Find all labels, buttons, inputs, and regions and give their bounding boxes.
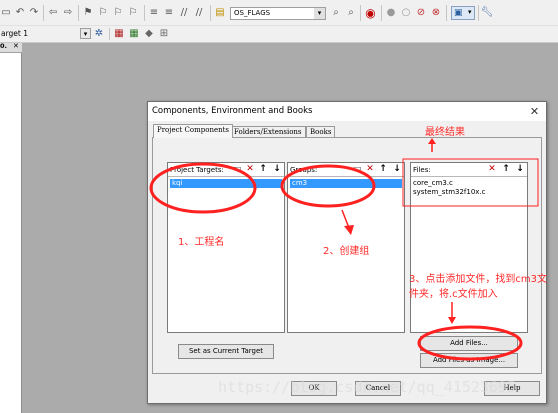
final-result-label: 最终结果: [425, 127, 465, 138]
delete-file-icon[interactable]: ✕: [487, 164, 497, 175]
back-icon[interactable]: ⇦: [47, 7, 59, 19]
move-down-icon[interactable]: ↓: [392, 164, 402, 175]
move-down-icon[interactable]: ↓: [515, 164, 525, 175]
groups-header: Groups: ▭ ✕ ↑ ↓: [288, 163, 404, 177]
bookmark-icon[interactable]: ⚑: [82, 7, 94, 19]
delete-target-icon[interactable]: ✕: [245, 164, 255, 175]
target-options-icon[interactable]: ✲: [93, 28, 105, 40]
find-combobox-value: OS_FLAGS: [234, 9, 271, 17]
project-pane-tab[interactable]: 0.: [0, 42, 7, 50]
list-item[interactable]: kqi: [170, 179, 282, 188]
toolbar-separator: [43, 5, 44, 21]
step1-label: 1、工程名: [178, 237, 225, 248]
project-pane: 0. ✕: [0, 42, 22, 413]
prev-bookmark-icon[interactable]: ⚐: [97, 7, 109, 19]
set-current-target-button[interactable]: Set as Current Target: [178, 344, 274, 359]
move-up-icon[interactable]: ↑: [378, 164, 388, 175]
find-icon[interactable]: ⌕: [345, 7, 357, 19]
close-icon[interactable]: ✕: [13, 42, 19, 50]
project-pane-header: 0. ✕: [0, 42, 22, 53]
add-files-button[interactable]: Add Files...: [420, 336, 518, 351]
groups-label: Groups:: [290, 166, 318, 174]
debug-icon[interactable]: ◉: [364, 6, 377, 19]
step3-label-line1: 3、点击添加文件，找到cm3文: [409, 274, 547, 285]
forward-icon[interactable]: ⇨: [62, 7, 74, 19]
project-targets-header: Project Targets: ▭ ✕ ↑ ↓: [168, 163, 284, 177]
project-targets-list[interactable]: kqi: [170, 179, 282, 188]
breakpoint-kill-icon[interactable]: ⊘: [415, 7, 427, 19]
project-targets-label: Project Targets:: [170, 166, 224, 174]
undo-icon[interactable]: ↶: [14, 7, 26, 19]
toolbar-separator: [360, 5, 361, 21]
redo-icon[interactable]: ↷: [28, 7, 40, 19]
dialog-title: Components, Environment and Books: [152, 106, 313, 116]
delete-group-icon[interactable]: ✕: [365, 164, 375, 175]
toolbar-icon[interactable]: ▭: [1, 7, 11, 19]
groups-list[interactable]: cm3: [290, 179, 402, 188]
settings-icon[interactable]: 🔧︎: [481, 7, 494, 19]
move-up-icon[interactable]: ↑: [258, 164, 268, 175]
list-item[interactable]: core_cm3.c: [413, 179, 486, 188]
target-name: arget 1: [1, 29, 29, 38]
move-down-icon[interactable]: ↓: [272, 164, 282, 175]
list-item[interactable]: cm3: [290, 179, 402, 188]
toolbar-separator: [381, 5, 382, 21]
next-bookmark-icon[interactable]: ⚐: [112, 7, 124, 19]
close-icon[interactable]: ✕: [527, 104, 542, 119]
chevron-down-icon[interactable]: ▾: [314, 8, 325, 19]
files-header: Files: ✕ ↑ ↓: [411, 163, 527, 177]
breakpoint-disable-icon[interactable]: ○: [400, 7, 412, 19]
dialog-titlebar: Components, Environment and Books ✕: [148, 102, 546, 121]
step3-label-line2: 件夹，将.c文件加入: [409, 289, 498, 300]
find-combobox[interactable]: OS_FLAGS ▾: [230, 7, 326, 20]
main-toolbar: ▭ ↶ ↷ ⇦ ⇨ ⚑ ⚐ ⚐ ⚐ ≡ ≡ // // ▤ OS_FLAGS ▾…: [0, 0, 558, 26]
move-up-icon[interactable]: ↑: [501, 164, 511, 175]
window-layout-button[interactable]: ▣ ▾: [451, 6, 475, 20]
toolbar-separator: [109, 28, 110, 40]
files-list[interactable]: core_cm3.c system_stm32f10x.c: [413, 179, 486, 197]
unindent-icon[interactable]: ≡: [163, 7, 175, 19]
toolbar-separator: [478, 5, 479, 21]
clear-bookmarks-icon[interactable]: ⚐: [127, 7, 139, 19]
toolbar-separator: [446, 5, 447, 21]
comment-icon[interactable]: //: [178, 7, 190, 19]
ide-window: ▭ ↶ ↷ ⇦ ⇨ ⚑ ⚐ ⚐ ⚐ ≡ ≡ // // ▤ OS_FLAGS ▾…: [0, 0, 558, 413]
chevron-down-icon: ▾: [468, 8, 472, 16]
run-time-env-icon[interactable]: ⊞: [158, 28, 170, 40]
find-in-files-icon[interactable]: ▤: [214, 7, 226, 19]
indent-icon[interactable]: ≡: [148, 7, 160, 19]
window-layout-icon: ▣: [454, 8, 463, 18]
uncomment-icon[interactable]: //: [193, 7, 205, 19]
new-target-icon[interactable]: ▭: [232, 164, 242, 175]
breakpoint-clear-icon[interactable]: ⊗: [430, 7, 442, 19]
files-panel: Files: ✕ ↑ ↓ core_cm3.c system_stm32f10x…: [410, 162, 528, 333]
tab-project-components[interactable]: Project Components: [153, 124, 234, 138]
pack-installer-icon[interactable]: ◆: [143, 28, 155, 40]
list-item[interactable]: system_stm32f10x.c: [413, 188, 486, 197]
step2-label: 2、创建组: [323, 246, 370, 257]
new-group-icon[interactable]: ▭: [352, 164, 362, 175]
watermark: https://blog.csdn.net/qq_41523695: [218, 378, 517, 396]
toolbar-separator: [78, 5, 79, 21]
files-label: Files:: [413, 166, 431, 174]
chevron-down-icon[interactable]: ▾: [80, 28, 91, 39]
toolbar-separator: [210, 5, 211, 21]
breakpoint-icon[interactable]: ●: [385, 7, 397, 19]
file-extensions-icon[interactable]: ▦: [128, 28, 140, 40]
build-toolbar: arget 1 ▾ ✲ ▦ ▦ ◆ ⊞: [0, 26, 558, 43]
search-icon[interactable]: ⌕: [330, 7, 342, 19]
toolbar-separator: [144, 5, 145, 21]
add-files-as-image-button[interactable]: Add Files as Image...: [420, 353, 518, 368]
manage-components-icon[interactable]: ▦: [113, 28, 125, 40]
